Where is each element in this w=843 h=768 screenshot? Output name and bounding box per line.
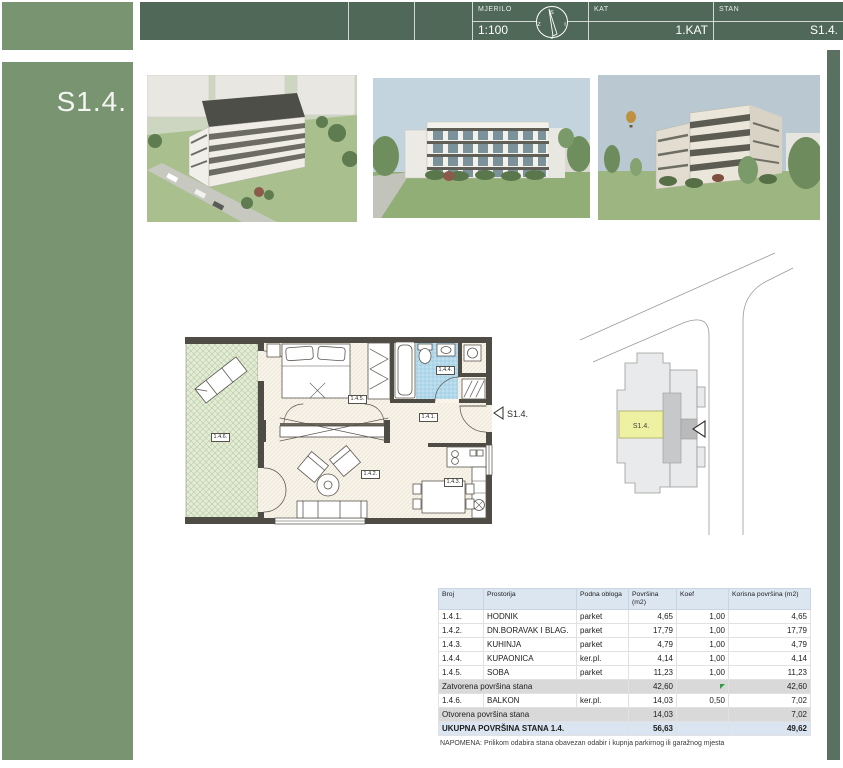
room-label-kupaonica: 1.4.4. [436, 366, 455, 375]
cell: parket [576, 637, 629, 652]
cell: 1.4.4. [438, 651, 484, 666]
cell: 11,23 [628, 665, 677, 680]
cell: parket [576, 623, 629, 638]
scale-label: MJERILO [478, 6, 512, 13]
table-row-balkon: 1.4.6. BALKON ker.pl. 14,03 0,50 7,02 [438, 693, 811, 708]
cell: 1,00 [676, 637, 729, 652]
cell: 1.4.1. [438, 609, 484, 624]
cell: 56,63 [628, 721, 677, 736]
cell: DN.BORAVAK I BLAG. [483, 623, 577, 638]
cell: 17,79 [728, 623, 811, 638]
compass-icon: S Z I J [536, 6, 568, 41]
cell: ker.pl. [576, 693, 629, 708]
scale-value: 1:100 [478, 23, 509, 37]
compass-north: S [550, 10, 554, 16]
cell: 11,23 [728, 665, 811, 680]
site-key-plan: S1.4. [575, 235, 830, 555]
cell: parket [576, 609, 629, 624]
cell: KUPAONICA [483, 651, 577, 666]
col-koef: Koef [676, 588, 729, 610]
col-povrsina: Površina (m2) [628, 588, 677, 610]
cell: 1.4.6. [438, 693, 484, 708]
site-unit-label: S1.4. [633, 423, 649, 430]
subtotal-closed-row: Zatvorena površina stana 42,60 42,60 [438, 679, 811, 694]
cell: 1.4.5. [438, 665, 484, 680]
divider [348, 2, 349, 40]
cell: 1,00 [676, 651, 729, 666]
sidebar: S1.4. [2, 62, 133, 760]
cell: 42,60 [728, 679, 811, 694]
unit-value: S1.4. [809, 23, 838, 37]
render-photo-angled [598, 75, 820, 220]
divider [414, 2, 415, 40]
cell: 17,79 [628, 623, 677, 638]
cell: 14,03 [628, 693, 677, 708]
floor-label: KAT [594, 6, 609, 13]
table-header-row: Broj Prostorija Podna obloga Površina (m… [438, 588, 811, 610]
napomena-note: NAPOMENA: Prilikom odabira stana obaveza… [440, 740, 725, 747]
sidebar-top-block [2, 2, 133, 50]
table-row: 1.4.3. KUHINJA parket 4,79 1,00 4,79 [438, 637, 811, 652]
title-block: MJERILO 1:100 S Z I J KAT 1.KAT STAN S1.… [140, 2, 843, 41]
cell: 4,79 [728, 637, 811, 652]
floor-plan-sheet: S1.4. MJERILO 1:100 S Z I J KAT 1.KAT ST… [0, 0, 843, 768]
area-table: Broj Prostorija Podna obloga Površina (m… [438, 588, 811, 736]
cell: 4,14 [628, 651, 677, 666]
floor-value: 1.KAT [675, 23, 708, 37]
cell: 49,62 [728, 721, 811, 736]
room-label-boravak: 1.4.2. [361, 470, 380, 479]
render-photo-front [373, 78, 590, 218]
cell: 42,60 [628, 679, 677, 694]
plan-entrance-label: S1.4. [507, 409, 528, 419]
total-row: UKUPNA POVRŠINA STANA 1.4. 56,63 49,62 [438, 721, 811, 736]
subtotal-open-row: Otvorena površina stana 14,03 7,02 [438, 707, 811, 722]
green-flag-icon [720, 684, 725, 689]
cell: 14,03 [628, 707, 677, 722]
cell: 4,79 [628, 637, 677, 652]
divider [713, 21, 843, 22]
table-row: 1.4.5. SOBA parket 11,23 1,00 11,23 [438, 665, 811, 680]
compass-south: J [551, 35, 554, 41]
cell: 1,00 [676, 623, 729, 638]
cell: 1.4.2. [438, 623, 484, 638]
render-photo-aerial [147, 75, 357, 222]
table-row: 1.4.2. DN.BORAVAK I BLAG. parket 17,79 1… [438, 623, 811, 638]
cell: 4,65 [628, 609, 677, 624]
subtotal-label: Otvorena površina stana [438, 707, 629, 722]
room-label-soba: 1.4.5. [348, 395, 367, 404]
table-row: 1.4.4. KUPAONICA ker.pl. 4,14 1,00 4,14 [438, 651, 811, 666]
total-label: UKUPNA POVRŠINA STANA 1.4. [438, 721, 629, 736]
table-row: 1.4.1. HODNIK parket 4,65 1,00 4,65 [438, 609, 811, 624]
cell: 4,65 [728, 609, 811, 624]
cell: 1.4.3. [438, 637, 484, 652]
col-prostorija: Prostorija [483, 588, 577, 610]
room-label-kuhinja: 1.4.3. [444, 478, 463, 487]
room-label-balkon: 1.4.6. [211, 433, 230, 442]
divider [588, 21, 713, 22]
subtotal-label: Zatvorena površina stana [438, 679, 629, 694]
cell: 1,00 [676, 609, 729, 624]
cell: parket [576, 665, 629, 680]
cell: KUHINJA [483, 637, 577, 652]
col-podna-obloga: Podna obloga [576, 588, 629, 610]
cell: BALKON [483, 693, 577, 708]
cell: HODNIK [483, 609, 577, 624]
cell: 1,00 [676, 665, 729, 680]
floor-plan-drawing: S1.4. 1.4.6. 1.4.5. 1.4.4. 1.4.1. 1.4.2.… [185, 333, 530, 528]
room-label-hodnik: 1.4.1. [419, 413, 438, 422]
unit-label: STAN [719, 6, 740, 13]
cell: 0,50 [676, 693, 729, 708]
col-korisna: Korisna površina (m2) [728, 588, 811, 610]
sheet-code-label: S1.4. [56, 86, 127, 117]
cell: ker.pl. [576, 651, 629, 666]
cell: 4,14 [728, 651, 811, 666]
cell: 7,02 [728, 707, 811, 722]
col-broj: Broj [438, 588, 484, 610]
cell: 7,02 [728, 693, 811, 708]
cell: SOBA [483, 665, 577, 680]
